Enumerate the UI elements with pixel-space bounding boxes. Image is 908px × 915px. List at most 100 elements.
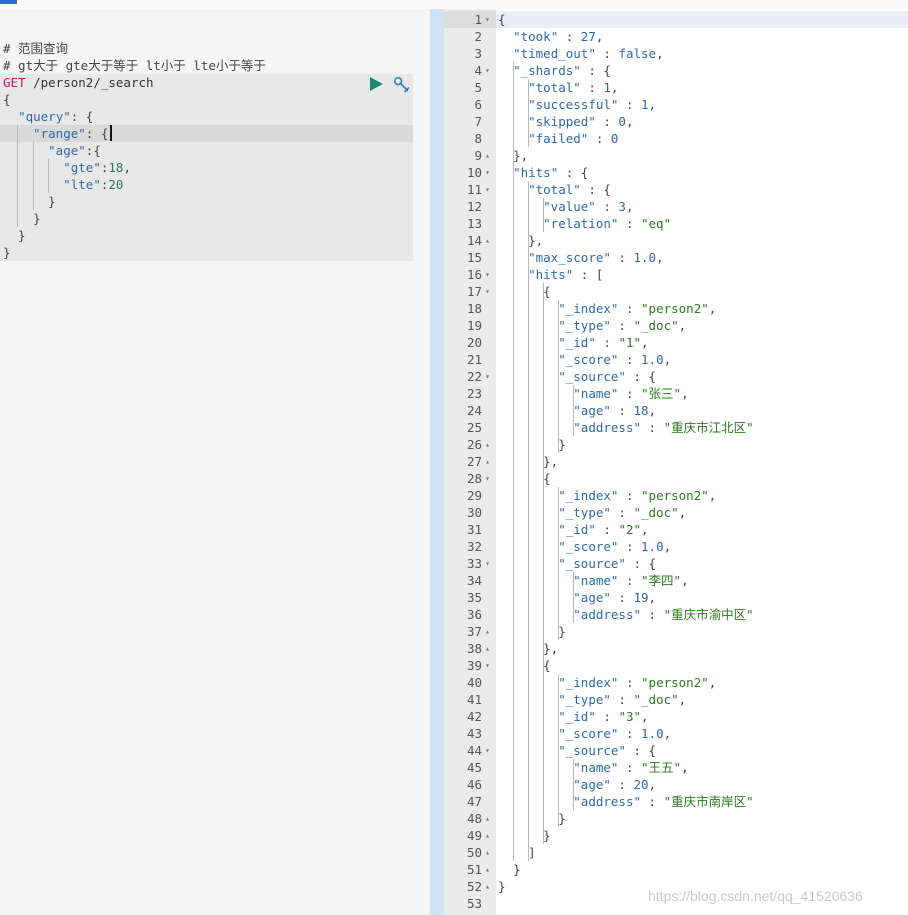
response-line: "_score" : 1.0, xyxy=(558,352,672,367)
request-method: GET xyxy=(3,75,26,90)
response-line: "address" : "重庆市南岸区" xyxy=(573,794,754,809)
line-number: 2 xyxy=(474,29,482,44)
text-cursor xyxy=(110,125,112,141)
line-number: 4 xyxy=(474,63,482,78)
response-line: } xyxy=(513,862,521,877)
body-open-brace: { xyxy=(3,92,11,107)
line-number: 15 xyxy=(466,250,482,265)
line-number: 8 xyxy=(474,131,482,146)
fold-toggle-icon[interactable]: ▾ xyxy=(483,164,492,181)
line-number: 42 xyxy=(466,709,482,724)
response-line: "_source" : { xyxy=(558,556,657,571)
response-line: "_source" : { xyxy=(558,743,657,758)
line-number: 28 xyxy=(466,471,482,486)
body-close-brace: } xyxy=(3,245,11,260)
active-line-highlight xyxy=(496,11,908,28)
fold-end-icon[interactable]: ▴ xyxy=(483,453,492,470)
line-number: 27 xyxy=(466,454,482,469)
indent-guide xyxy=(528,181,529,861)
fold-toggle-icon[interactable]: ▾ xyxy=(483,181,492,198)
play-icon[interactable] xyxy=(369,77,383,91)
fold-toggle-icon[interactable]: ▾ xyxy=(483,11,492,28)
response-line: "_id" : "1", xyxy=(558,335,649,350)
line-number: 17 xyxy=(466,284,482,299)
fold-toggle-icon[interactable]: ▾ xyxy=(483,470,492,487)
response-line: "_score" : 1.0, xyxy=(558,726,672,741)
indent-guide xyxy=(513,62,514,861)
response-line: ] xyxy=(528,845,536,860)
line-number: 1 xyxy=(474,12,482,27)
indent-guide xyxy=(558,300,559,453)
line-number: 14 xyxy=(466,233,482,248)
fold-end-icon[interactable]: ▴ xyxy=(483,878,492,895)
response-line: "_index" : "person2", xyxy=(558,301,717,316)
response-line: } xyxy=(558,437,566,452)
line-number: 48 xyxy=(466,811,482,826)
line-number: 30 xyxy=(466,505,482,520)
indent-guide xyxy=(543,198,544,232)
fold-end-icon[interactable]: ▴ xyxy=(483,640,492,657)
fold-toggle-icon[interactable]: ▾ xyxy=(483,368,492,385)
comment-line: # gt大于 gte大于等于 lt小于 lte小于等于 xyxy=(3,58,266,73)
line-number: 18 xyxy=(466,301,482,316)
line-number: 37 xyxy=(466,624,482,639)
fold-end-icon[interactable]: ▴ xyxy=(483,147,492,164)
indent-guide xyxy=(528,79,529,147)
fold-toggle-icon[interactable]: ▾ xyxy=(483,62,492,79)
response-line: "total" : 1, xyxy=(528,80,619,95)
line-number: 12 xyxy=(466,199,482,214)
pane-resize-handle[interactable] xyxy=(430,9,444,915)
indent-guide xyxy=(48,159,49,193)
fold-toggle-icon[interactable]: ▾ xyxy=(483,555,492,572)
response-line: "_index" : "person2", xyxy=(558,675,717,690)
fold-toggle-icon[interactable]: ▾ xyxy=(483,657,492,674)
fold-toggle-icon[interactable]: ▾ xyxy=(483,742,492,759)
fold-end-icon[interactable]: ▴ xyxy=(483,810,492,827)
fold-end-icon[interactable]: ▴ xyxy=(483,827,492,844)
line-number: 35 xyxy=(466,590,482,605)
line-number: 26 xyxy=(466,437,482,452)
line-number: 45 xyxy=(466,760,482,775)
line-number: 24 xyxy=(466,403,482,418)
response-line: "_index" : "person2", xyxy=(558,488,717,503)
line-number: 41 xyxy=(466,692,482,707)
fold-end-icon[interactable]: ▴ xyxy=(483,623,492,640)
fold-end-icon[interactable]: ▴ xyxy=(483,861,492,878)
fold-end-icon[interactable]: ▴ xyxy=(483,436,492,453)
response-line: "name" : "张三", xyxy=(573,386,689,401)
response-line: "name" : "王五", xyxy=(573,760,689,775)
fold-toggle-icon[interactable]: ▾ xyxy=(483,283,492,300)
line-number: 32 xyxy=(466,539,482,554)
wrench-icon[interactable] xyxy=(393,76,410,93)
fold-end-icon[interactable]: ▴ xyxy=(483,844,492,861)
response-line: "_id" : "3", xyxy=(558,709,649,724)
response-line: { xyxy=(498,12,506,27)
response-line: "address" : "重庆市渝中区" xyxy=(573,607,754,622)
fold-end-icon[interactable]: ▴ xyxy=(483,232,492,249)
response-line: "hits" : { xyxy=(513,165,589,180)
indent-guide xyxy=(573,572,574,623)
indent-guide xyxy=(543,283,544,844)
watermark: https://blog.csdn.net/qq_41520636 xyxy=(648,888,863,904)
line-number: 22 xyxy=(466,369,482,384)
response-line: "_score" : 1.0, xyxy=(558,539,672,554)
line-number: 20 xyxy=(466,335,482,350)
line-number: 31 xyxy=(466,522,482,537)
request-path: /person2/_search xyxy=(33,75,154,90)
range-line: "range": { xyxy=(33,126,109,141)
indent-guide xyxy=(573,385,574,436)
top-bar xyxy=(0,0,908,9)
line-number: 21 xyxy=(466,352,482,367)
indent-guide xyxy=(558,487,559,640)
line-number: 34 xyxy=(466,573,482,588)
response-line: "age" : 18, xyxy=(573,403,657,418)
fold-toggle-icon[interactable]: ▾ xyxy=(483,266,492,283)
line-number: 33 xyxy=(466,556,482,571)
response-line: "_id" : "2", xyxy=(558,522,649,537)
line-number: 46 xyxy=(466,777,482,792)
request-line[interactable]: GET /person2/_search xyxy=(3,74,154,91)
line-number: 39 xyxy=(466,658,482,673)
response-line: "address" : "重庆市江北区" xyxy=(573,420,754,435)
lte-line: "lte":20 xyxy=(63,177,124,192)
response-line: "_type" : "_doc", xyxy=(558,318,687,333)
